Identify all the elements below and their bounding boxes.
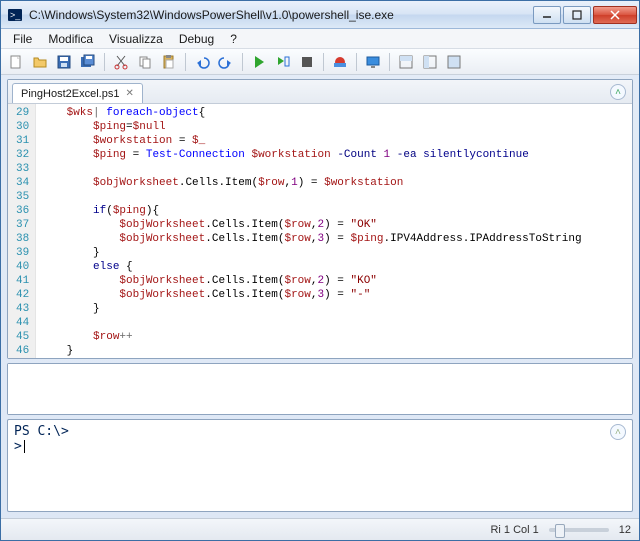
code-content[interactable]: $wks| foreach-object{ $ping=$null $works… — [36, 104, 585, 358]
editor-pane: PingHost2Excel.ps1 ✕ ˄ 29303132333435363… — [7, 79, 633, 359]
menu-debug[interactable]: Debug — [173, 30, 220, 48]
output-pane — [7, 363, 633, 415]
code-editor[interactable]: 29303132333435363738394041424344454647 $… — [8, 104, 632, 358]
zoom-value: 12 — [619, 524, 631, 536]
layout-side-button[interactable] — [419, 51, 441, 73]
undo-button[interactable] — [191, 51, 213, 73]
run-selection-button[interactable] — [272, 51, 294, 73]
console-input-line[interactable]: > — [14, 439, 626, 454]
svg-text:>_: >_ — [10, 10, 21, 20]
open-button[interactable] — [29, 51, 51, 73]
layout-script-top-button[interactable] — [395, 51, 417, 73]
separator — [389, 53, 390, 71]
new-button[interactable] — [5, 51, 27, 73]
run-button[interactable] — [248, 51, 270, 73]
save-all-button[interactable] — [77, 51, 99, 73]
copy-button[interactable] — [134, 51, 156, 73]
console-prompt: PS C:\> — [14, 424, 626, 439]
menu-file[interactable]: File — [7, 30, 38, 48]
separator — [356, 53, 357, 71]
menu-view[interactable]: Visualizza — [103, 30, 169, 48]
tab-file[interactable]: PingHost2Excel.ps1 ✕ — [12, 83, 143, 103]
expand-console-button[interactable]: ˄ — [610, 424, 626, 440]
app-icon: >_ — [7, 7, 23, 23]
tab-close-icon[interactable]: ✕ — [125, 88, 133, 99]
menu-edit[interactable]: Modifica — [42, 30, 99, 48]
separator — [242, 53, 243, 71]
status-bar: Ri 1 Col 1 12 — [1, 518, 639, 540]
window: >_ C:\Windows\System32\WindowsPowerShell… — [0, 0, 640, 541]
tab-strip: PingHost2Excel.ps1 ✕ ˄ — [8, 80, 632, 104]
minimize-button[interactable] — [533, 6, 561, 24]
text-caret — [24, 440, 25, 453]
maximize-button[interactable] — [563, 6, 591, 24]
menubar: File Modifica Visualizza Debug ? — [1, 29, 639, 49]
output-content[interactable] — [8, 364, 632, 414]
separator — [323, 53, 324, 71]
cut-button[interactable] — [110, 51, 132, 73]
separator — [104, 53, 105, 71]
layout-full-button[interactable] — [443, 51, 465, 73]
menu-help[interactable]: ? — [224, 30, 243, 48]
breakpoint-button[interactable] — [329, 51, 351, 73]
chevron-up-icon: ˄ — [615, 87, 621, 98]
titlebar: >_ C:\Windows\System32\WindowsPowerShell… — [1, 1, 639, 29]
window-title: C:\Windows\System32\WindowsPowerShell\v1… — [29, 8, 531, 22]
client-area: PingHost2Excel.ps1 ✕ ˄ 29303132333435363… — [1, 75, 639, 518]
redo-button[interactable] — [215, 51, 237, 73]
zoom-slider[interactable] — [549, 528, 609, 532]
cursor-position: Ri 1 Col 1 — [490, 524, 538, 536]
tab-label: PingHost2Excel.ps1 — [21, 88, 119, 100]
close-button[interactable] — [593, 6, 637, 24]
console-pane: ˄ PS C:\> > — [7, 419, 633, 512]
chevron-up-icon: ˄ — [615, 427, 621, 438]
console-content[interactable]: ˄ PS C:\> > — [8, 420, 632, 511]
collapse-editor-button[interactable]: ˄ — [610, 84, 626, 100]
toolbar — [1, 49, 639, 75]
stop-button[interactable] — [296, 51, 318, 73]
line-gutter: 29303132333435363738394041424344454647 — [8, 104, 36, 358]
window-controls — [531, 6, 637, 24]
remote-button[interactable] — [362, 51, 384, 73]
paste-button[interactable] — [158, 51, 180, 73]
save-button[interactable] — [53, 51, 75, 73]
separator — [185, 53, 186, 71]
